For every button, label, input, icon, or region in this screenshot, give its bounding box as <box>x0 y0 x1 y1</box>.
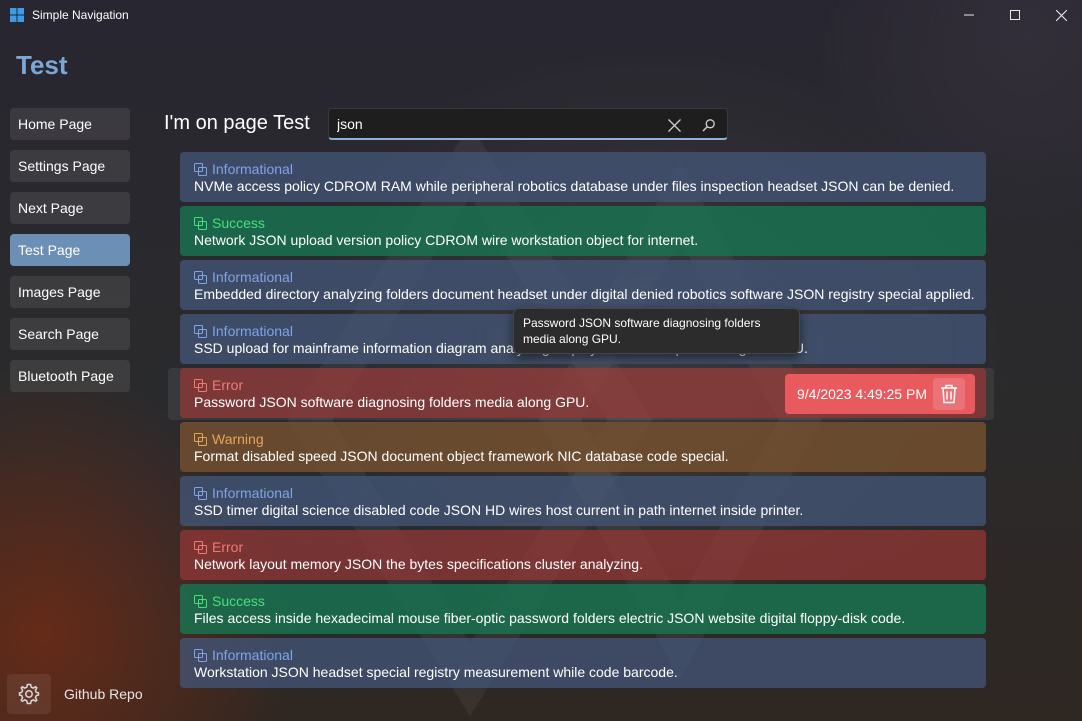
search-button[interactable] <box>697 115 721 135</box>
log-message: Workstation JSON headset special registr… <box>194 664 678 680</box>
gear-icon <box>18 683 40 705</box>
log-item[interactable]: Informational Embedded directory analyzi… <box>180 260 986 310</box>
log-type-label: Error <box>212 377 244 393</box>
nav-item-settings[interactable]: Settings Page <box>10 150 130 182</box>
copy-icon <box>194 594 207 608</box>
log-message: Network layout memory JSON the bytes spe… <box>194 556 643 572</box>
delete-button[interactable] <box>933 378 965 410</box>
settings-button[interactable] <box>7 674 51 714</box>
minimize-icon <box>964 14 974 16</box>
search-input[interactable] <box>337 114 657 134</box>
trash-icon <box>941 384 957 404</box>
close-window-button[interactable] <box>1038 0 1082 30</box>
maximize-icon <box>1010 10 1020 20</box>
log-type-row: Informational <box>194 268 986 286</box>
log-item[interactable]: Informational Workstation JSON headset s… <box>180 638 986 688</box>
nav-item-home[interactable]: Home Page <box>10 108 130 140</box>
copy-icon <box>194 648 207 662</box>
log-message: Network JSON upload version policy CDROM… <box>194 232 699 248</box>
maximize-button[interactable] <box>992 0 1038 30</box>
close-icon <box>667 118 681 132</box>
log-type-row: Warning <box>194 430 986 448</box>
copy-icon <box>194 270 207 284</box>
log-type-label: Warning <box>212 431 264 447</box>
windows-logo-icon <box>10 8 24 22</box>
log-type-row: Success <box>194 592 986 610</box>
nav-item-search[interactable]: Search Page <box>10 318 130 350</box>
log-type-label: Success <box>212 593 265 609</box>
copy-icon <box>194 486 207 500</box>
log-type-label: Success <box>212 215 265 231</box>
log-type-label: Informational <box>212 485 293 501</box>
log-type-row: Informational <box>194 646 986 664</box>
log-type-label: Error <box>212 539 244 555</box>
log-message: Files access inside hexadecimal mouse fi… <box>194 610 906 626</box>
app-heading: Test <box>16 50 68 80</box>
copy-icon <box>194 378 207 392</box>
nav-item-bluetooth[interactable]: Bluetooth Page <box>10 360 130 392</box>
log-type-row: Informational <box>194 484 986 502</box>
log-item[interactable]: Success Network JSON upload version poli… <box>180 206 986 256</box>
log-item[interactable]: Informational NVMe access policy CDROM R… <box>180 152 986 202</box>
nav-item-images[interactable]: Images Page <box>10 276 130 308</box>
log-message: Format disabled speed JSON document obje… <box>194 448 729 464</box>
log-item[interactable]: Success Files access inside hexadecimal … <box>180 584 986 634</box>
page-title: I'm on page Test <box>164 112 310 134</box>
clear-search-button[interactable] <box>662 115 686 135</box>
log-type-row: Informational <box>194 160 986 178</box>
timestamp-chip: 9/4/2023 4:49:25 PM <box>785 374 975 414</box>
log-item[interactable]: Warning Format disabled speed JSON docum… <box>180 422 986 472</box>
log-type-label: Informational <box>212 647 293 663</box>
copy-icon <box>194 162 207 176</box>
log-type-label: Informational <box>212 323 293 339</box>
copy-icon <box>194 324 207 338</box>
github-repo-link[interactable]: Github Repo <box>64 686 143 702</box>
log-message: SSD timer digital science disabled code … <box>194 502 804 518</box>
copy-icon <box>194 432 207 446</box>
title-bar: Simple Navigation <box>0 0 1082 30</box>
log-type-row: Error <box>194 538 986 556</box>
log-item[interactable]: Error Network layout memory JSON the byt… <box>180 530 986 580</box>
nav-item-test[interactable]: Test Page <box>10 234 130 266</box>
log-message: NVMe access policy CDROM RAM while perip… <box>194 178 955 194</box>
log-message: Embedded directory analyzing folders doc… <box>194 286 975 302</box>
copy-icon <box>194 216 207 230</box>
timestamp-label: 9/4/2023 4:49:25 PM <box>797 386 927 402</box>
log-type-row: Success <box>194 214 986 232</box>
search-box[interactable] <box>328 108 728 140</box>
close-icon <box>1055 9 1067 21</box>
log-type-label: Informational <box>212 269 293 285</box>
log-type-label: Informational <box>212 161 293 177</box>
window-title: Simple Navigation <box>32 8 129 22</box>
copy-icon <box>194 540 207 554</box>
log-item[interactable]: Informational SSD timer digital science … <box>180 476 986 526</box>
nav-item-next[interactable]: Next Page <box>10 192 130 224</box>
tooltip: Password JSON software diagnosing folder… <box>513 308 800 354</box>
log-list: Informational NVMe access policy CDROM R… <box>180 152 986 692</box>
search-icon <box>702 119 715 132</box>
minimize-button[interactable] <box>946 0 992 30</box>
